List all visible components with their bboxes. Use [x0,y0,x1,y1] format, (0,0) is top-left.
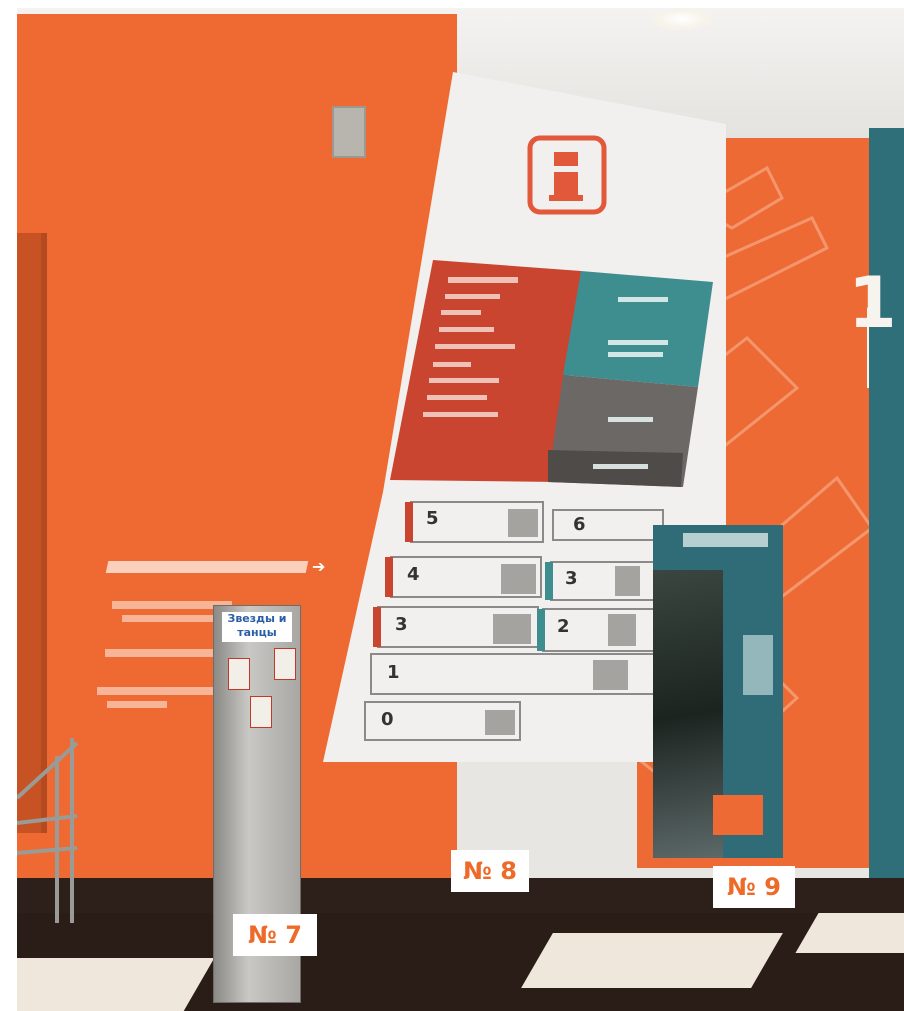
teal-wall-edge [869,128,904,888]
wall-text-line [105,649,220,657]
floor-tile [795,913,904,953]
label-7: № 7 [233,914,317,956]
floor-tile [521,933,783,988]
wall-text-line [97,687,225,695]
flyer[interactable] [274,648,296,680]
flyer[interactable] [228,658,250,690]
floor-number-0: 0 [381,709,394,730]
floor-number-4: 4 [407,564,420,585]
ceiling-light [652,8,712,30]
floor-number-3-right: 3 [565,568,578,589]
floor-number-5: 5 [426,508,439,529]
floor-numeral: 1 [848,262,897,344]
floor-tile [17,958,215,1011]
wall-text-line [107,701,167,708]
flyer[interactable] [250,696,272,728]
flyer-stand-logo: Звезды и танцы [222,612,292,642]
floor-number-3-left: 3 [395,614,408,635]
banner-heading [683,533,768,547]
info-icon [527,135,607,215]
wall-text-line [105,561,309,573]
railing [17,738,79,923]
label-9: № 9 [713,866,795,908]
floor [17,913,904,1011]
floor-number-1: 1 [387,662,400,683]
floor-number-2: 2 [557,616,570,637]
floor-number-6: 6 [573,514,586,535]
banner-text [743,635,773,695]
label-8: № 8 [451,850,529,892]
wall-text-line [122,615,222,622]
banner-cta [713,795,763,835]
promo-banner [653,525,783,858]
